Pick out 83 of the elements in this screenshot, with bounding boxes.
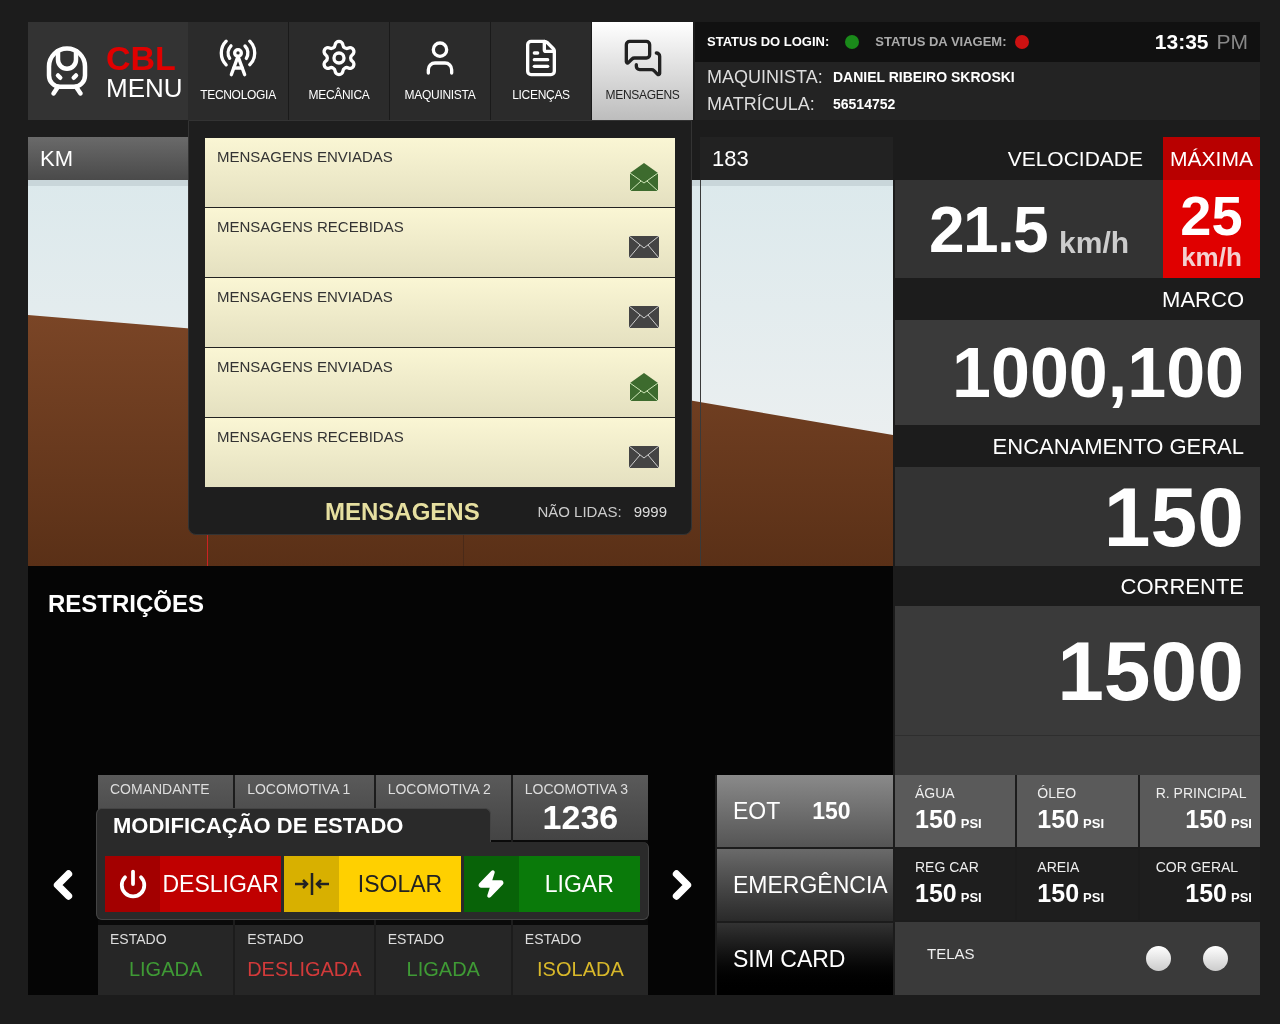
state-value: LIGADA: [127, 957, 204, 982]
chat-icon: [622, 38, 663, 78]
speed-unit: km/h: [1059, 228, 1130, 261]
nav-tab[interactable]: MAQUINISTA: [390, 22, 491, 120]
message-item[interactable]: MENSAGENS RECEBIDAS: [205, 418, 675, 488]
pressure-value: 150: [915, 877, 957, 909]
state-value: LIGADA: [405, 957, 481, 982]
antenna-icon: [218, 38, 258, 78]
locomotive-number: 1236: [541, 800, 620, 834]
readout-value: 150: [1103, 474, 1244, 559]
trip-status-label: STATUS DA VIAGEM:: [875, 33, 1007, 52]
logo-label: MENU: [106, 75, 183, 101]
pressure-value: 150: [1185, 877, 1228, 909]
pressure-unit: PSI: [1083, 888, 1104, 907]
pressure-label: ÓLEO: [1037, 784, 1077, 803]
restrictions-title: RESTRIÇÕES: [48, 590, 205, 617]
locomotive-name: LOCOMOTIVA 3: [524, 780, 630, 799]
menu-logo[interactable]: CBL MENU: [28, 22, 188, 120]
pressure-value: 150: [1037, 804, 1080, 835]
settings-icon: [319, 38, 359, 78]
clock-time: 13:35: [1154, 29, 1209, 56]
km-label: KM: [40, 145, 73, 173]
state-button[interactable]: DESLIGAR: [105, 856, 282, 912]
driver-name: DANIEL RIBEIRO SKROSKI: [833, 68, 1016, 87]
message-item[interactable]: MENSAGENS RECEBIDAS: [205, 208, 675, 278]
unread-label: NÃO LIDAS:: [537, 501, 622, 522]
locomotive-name: COMANDANTE: [110, 780, 211, 799]
pressure-value: 150: [1185, 804, 1228, 835]
pressure-unit: PSI: [960, 815, 982, 833]
isolate-icon: [293, 872, 330, 896]
state-label: ESTADO: [110, 930, 168, 949]
state-label: ESTADO: [247, 930, 305, 949]
pressure-label: REG CAR: [915, 857, 979, 877]
side-button[interactable]: EMERGÊNCIA: [717, 849, 893, 921]
clock-period: PM: [1216, 29, 1248, 56]
readout-label: CORRENTE: [1120, 572, 1244, 601]
state-popup-title: MODIFICAÇÃO DE ESTADO: [113, 812, 404, 840]
pressure-unit: PSI: [1231, 888, 1252, 907]
state-label: ESTADO: [524, 930, 583, 949]
speed-value: 21.5: [928, 198, 1048, 262]
readout-label: ENCANAMENTO GERAL: [992, 432, 1244, 461]
state-value: DESLIGADA: [247, 957, 362, 982]
login-status-label: STATUS DO LOGIN:: [707, 33, 830, 52]
pressure-value: 150: [915, 804, 957, 835]
message-item[interactable]: MENSAGENS ENVIADAS: [205, 348, 675, 418]
message-item[interactable]: MENSAGENS ENVIADAS: [205, 278, 675, 348]
nav-tab[interactable]: TECNOLOGIA: [188, 22, 289, 120]
max-speed-header: MÁXIMA: [1163, 137, 1260, 180]
logo-brand: CBL: [106, 41, 177, 75]
pressure-label: AREIA: [1037, 857, 1080, 877]
locomotive-name: LOCOMOTIVA 2: [387, 780, 492, 799]
readout-value: 1000,100: [952, 337, 1244, 408]
pressure-label: R. PRINCIPAL: [1155, 784, 1247, 803]
max-speed-unit: km/h: [1181, 244, 1242, 270]
screens-label: TELAS: [927, 944, 975, 965]
state-button[interactable]: LIGAR: [463, 856, 640, 912]
messages-title: MENSAGENS: [325, 497, 480, 527]
pressure-unit: PSI: [1083, 815, 1104, 833]
pressure-unit: PSI: [960, 888, 982, 907]
nav-tab[interactable]: MENSAGENS: [592, 22, 693, 120]
readout-value: 1500: [1057, 628, 1244, 713]
side-button[interactable]: EOT 150: [717, 775, 893, 847]
nav-tab[interactable]: LICENÇAS: [491, 22, 592, 120]
driver-label: MAQUINISTA:: [707, 66, 824, 89]
pressure-unit: PSI: [1231, 815, 1252, 833]
km-value: 183: [712, 145, 749, 173]
pressure-label: COR GERAL: [1155, 857, 1239, 877]
pressure-value: 150: [1037, 877, 1080, 909]
readout-label: MARCO: [1162, 285, 1244, 314]
side-button[interactable]: SIM CARD: [717, 923, 893, 995]
max-speed-value: 25: [1180, 188, 1243, 244]
speed-label: VELOCIDADE: [1007, 145, 1143, 172]
state-button[interactable]: ISOLAR: [284, 856, 461, 912]
message-item[interactable]: MENSAGENS ENVIADAS: [205, 138, 675, 208]
registration-label: MATRÍCULA:: [707, 93, 816, 116]
state-value: ISOLADA: [536, 957, 625, 982]
locomotive-name: LOCOMOTIVA 1: [247, 780, 352, 799]
pressure-label: ÁGUA: [915, 784, 955, 803]
power-icon: [117, 869, 148, 899]
state-label: ESTADO: [387, 930, 446, 949]
nav-tab[interactable]: MECÂNICA: [289, 22, 390, 120]
registration-number: 56514752: [833, 95, 897, 114]
unread-count: 9999: [633, 501, 667, 522]
